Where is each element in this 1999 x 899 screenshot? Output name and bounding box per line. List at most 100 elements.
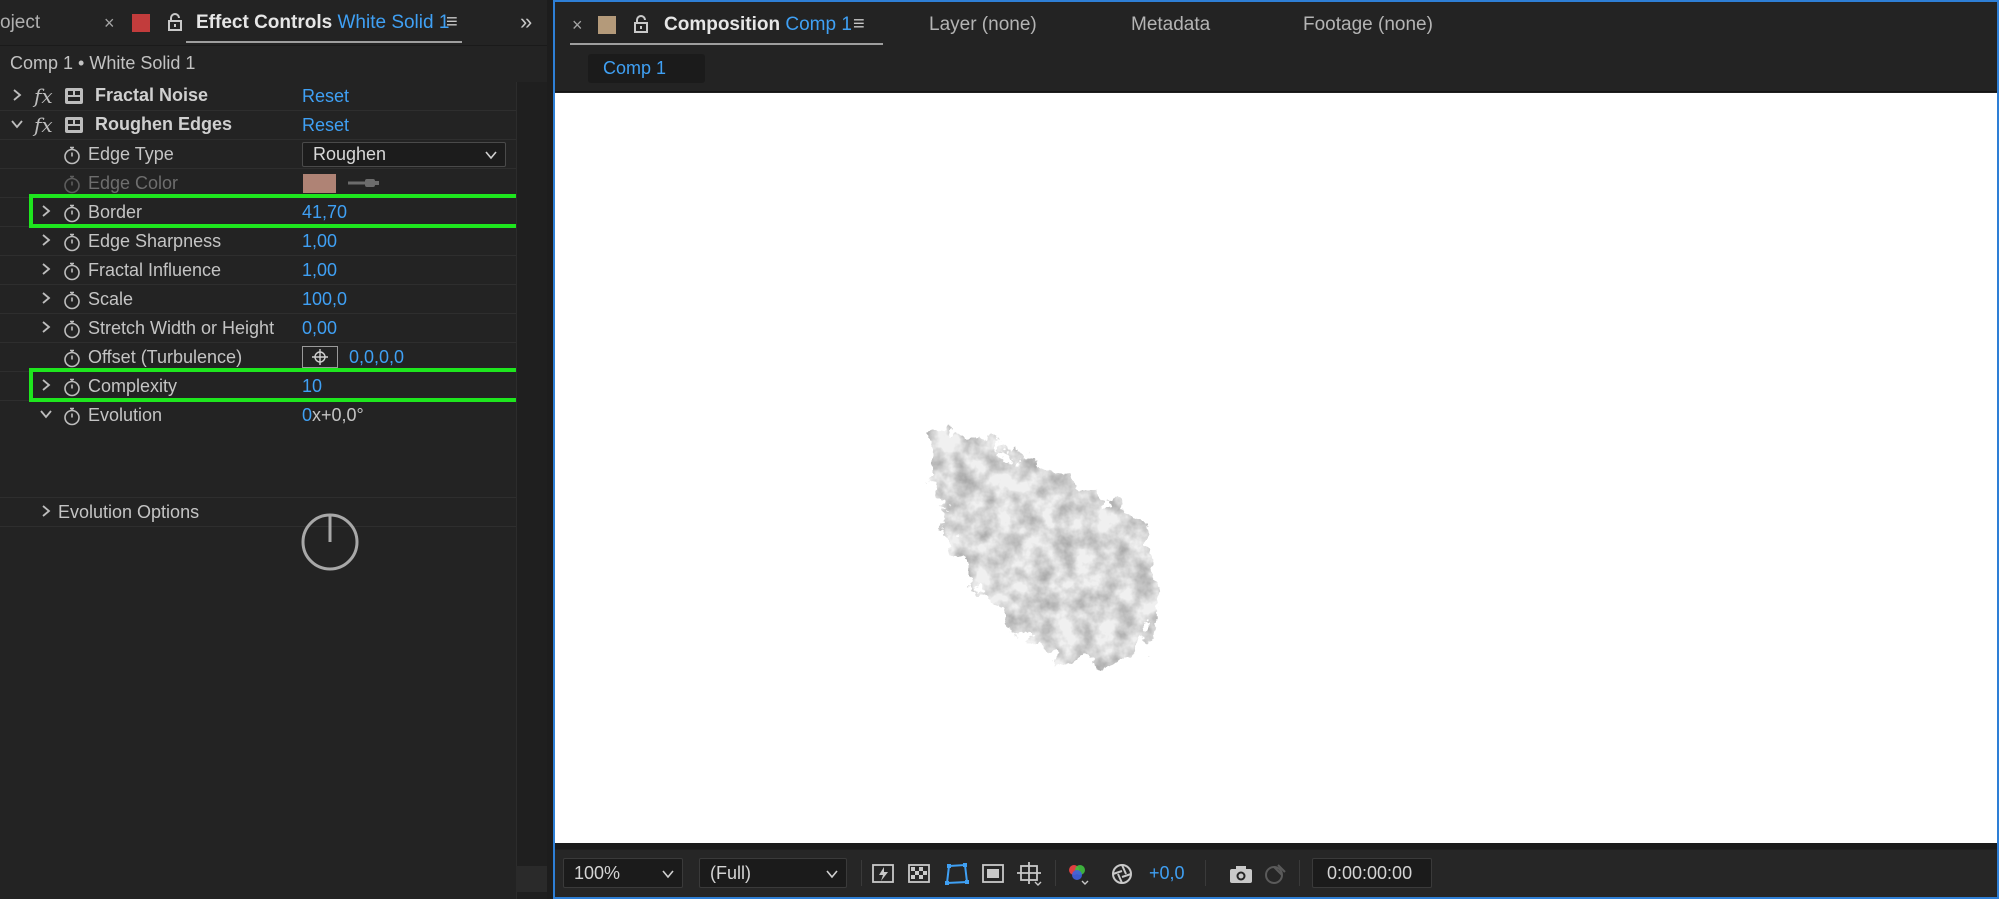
tab-project[interactable]: oject (0, 12, 40, 34)
chevron-right-icon[interactable] (38, 503, 54, 519)
scale-value[interactable]: 100,0 (302, 289, 347, 310)
param-row-edge-sharpness: Edge Sharpness 1,00 (0, 227, 516, 256)
magnification-dropdown[interactable]: 100% (563, 858, 683, 888)
lock-icon[interactable] (167, 12, 183, 32)
edge-type-dropdown[interactable]: Roughen (302, 142, 506, 167)
channel-rgb-icon[interactable] (1065, 862, 1091, 886)
param-row-evolution: Evolution 0x+0,0° (0, 401, 516, 498)
grid-guides-icon[interactable] (1017, 862, 1043, 886)
param-row-scale: Scale 100,0 (0, 285, 516, 314)
chevron-right-icon[interactable] (38, 290, 54, 306)
chevron-down-icon[interactable] (38, 406, 54, 422)
edge-sharpness-value[interactable]: 1,00 (302, 231, 337, 252)
chevron-down-icon (826, 870, 838, 879)
param-row-fractal-influence: Fractal Influence 1,00 (0, 256, 516, 285)
effect-list: fx Fractal Noise Reset fx Roughen Edges … (0, 82, 521, 899)
toolbar-separator (861, 860, 862, 886)
show-snapshot-icon[interactable] (1262, 862, 1288, 886)
label-color-swatch[interactable] (598, 16, 616, 34)
panel-menu-icon[interactable]: ≡ (853, 13, 865, 36)
effect-controls-header: Comp 1 • White Solid 1 (10, 53, 196, 73)
stopwatch-icon[interactable] (62, 290, 82, 310)
tab-composition[interactable]: Composition Comp 1 (664, 14, 852, 36)
param-label: Offset (Turbulence) (88, 347, 243, 367)
tab-effect-controls[interactable]: Effect Controls White Solid 1 (196, 12, 449, 34)
panel-menu-icon[interactable]: ≡ (446, 11, 458, 34)
stopwatch-icon[interactable] (62, 261, 82, 281)
close-icon[interactable]: × (104, 13, 115, 34)
label-color-swatch[interactable] (132, 14, 150, 32)
magnification-value: 100% (574, 863, 621, 883)
chevron-right-icon[interactable] (9, 87, 25, 103)
reset-link[interactable]: Reset (302, 86, 349, 107)
tab-metadata[interactable]: Metadata (1131, 14, 1210, 36)
angle-dial[interactable] (300, 512, 360, 572)
crosshair-icon (312, 349, 328, 365)
scrollbar[interactable] (516, 82, 547, 899)
point-control-button[interactable] (302, 346, 338, 368)
evolution-value[interactable]: 0x+0,0° (302, 405, 364, 426)
effect-preset-icon (65, 88, 83, 104)
offset-value[interactable]: 0,0,0,0 (349, 347, 404, 368)
composition-toolbar: 100% (Full) +0,0 0:00:00:00 (555, 850, 1997, 897)
stopwatch-icon (64, 175, 80, 194)
tab-effect-controls-layer: White Solid 1 (337, 12, 450, 33)
comp-navigator-bar: Comp 1 (555, 48, 1997, 92)
active-tab-underline (186, 41, 462, 43)
exposure-value[interactable]: +0,0 (1149, 863, 1185, 884)
tab-footage[interactable]: Footage (none) (1303, 14, 1433, 36)
stopwatch-icon[interactable] (62, 145, 82, 165)
chevron-right-icon[interactable] (38, 261, 54, 277)
shape-texture (885, 393, 1205, 703)
lock-icon[interactable] (633, 14, 649, 34)
right-tab-bar: × Composition Comp 1 ≡ Layer (none) Meta… (555, 2, 1997, 48)
effect-row-fractal-noise[interactable]: fx Fractal Noise Reset (0, 82, 516, 111)
param-label: Evolution Options (58, 502, 200, 522)
resolution-dropdown[interactable]: (Full) (699, 858, 847, 888)
fx-icon[interactable]: fx (34, 84, 53, 108)
current-time-field[interactable]: 0:00:00:00 (1312, 858, 1432, 888)
camera-icon[interactable] (1228, 862, 1254, 886)
effect-name: Fractal Noise (95, 85, 209, 105)
scrollbar-handle[interactable] (516, 866, 547, 892)
effect-row-roughen-edges[interactable]: fx Roughen Edges Reset (0, 111, 516, 140)
comp-breadcrumb-button[interactable]: Comp 1 (588, 54, 705, 83)
fractal-influence-value[interactable]: 1,00 (302, 260, 337, 281)
edge-color-swatch[interactable] (303, 174, 336, 193)
resolution-value: (Full) (710, 863, 751, 883)
effect-preset-icon (65, 117, 83, 133)
param-label: Stretch Width or Height (88, 318, 275, 338)
stretch-value[interactable]: 0,00 (302, 318, 337, 339)
toolbar-separator (1299, 860, 1300, 886)
fast-previews-icon[interactable] (871, 862, 897, 886)
stopwatch-icon[interactable] (62, 348, 82, 368)
tab-layer[interactable]: Layer (none) (929, 14, 1037, 36)
chevron-right-icon[interactable] (38, 232, 54, 248)
fx-icon[interactable]: fx (34, 113, 53, 137)
close-icon[interactable]: × (572, 15, 583, 36)
roughened-fractal-shape (555, 93, 1997, 843)
tab-composition-label: Composition (664, 14, 781, 35)
reset-link[interactable]: Reset (302, 115, 349, 136)
stopwatch-icon[interactable] (62, 232, 82, 252)
chevron-down-icon (485, 151, 497, 160)
param-label: Edge Type (88, 144, 174, 164)
transparency-grid-icon[interactable] (907, 862, 933, 886)
param-row-evolution-options: Evolution Options (0, 498, 516, 527)
tab-composition-name: Comp 1 (785, 14, 852, 35)
left-tab-bar: oject × Effect Controls White Solid 1 ≡ … (0, 0, 547, 46)
chevron-right-icon[interactable] (38, 319, 54, 335)
composition-panel: × Composition Comp 1 ≡ Layer (none) Meta… (553, 0, 1999, 899)
tab-effect-controls-label: Effect Controls (196, 12, 333, 33)
more-panels-icon[interactable]: » (520, 9, 532, 35)
stopwatch-icon[interactable] (62, 319, 82, 339)
region-of-interest-icon[interactable] (981, 862, 1007, 886)
stopwatch-icon[interactable] (62, 406, 82, 426)
mask-visibility-icon[interactable] (944, 862, 970, 886)
effect-name: Roughen Edges (95, 114, 233, 134)
toolbar-separator (1055, 860, 1056, 886)
composition-viewer[interactable] (555, 93, 1997, 843)
reset-exposure-icon[interactable] (1110, 862, 1136, 886)
eyedropper-icon[interactable] (346, 177, 380, 189)
chevron-down-icon[interactable] (9, 116, 25, 132)
